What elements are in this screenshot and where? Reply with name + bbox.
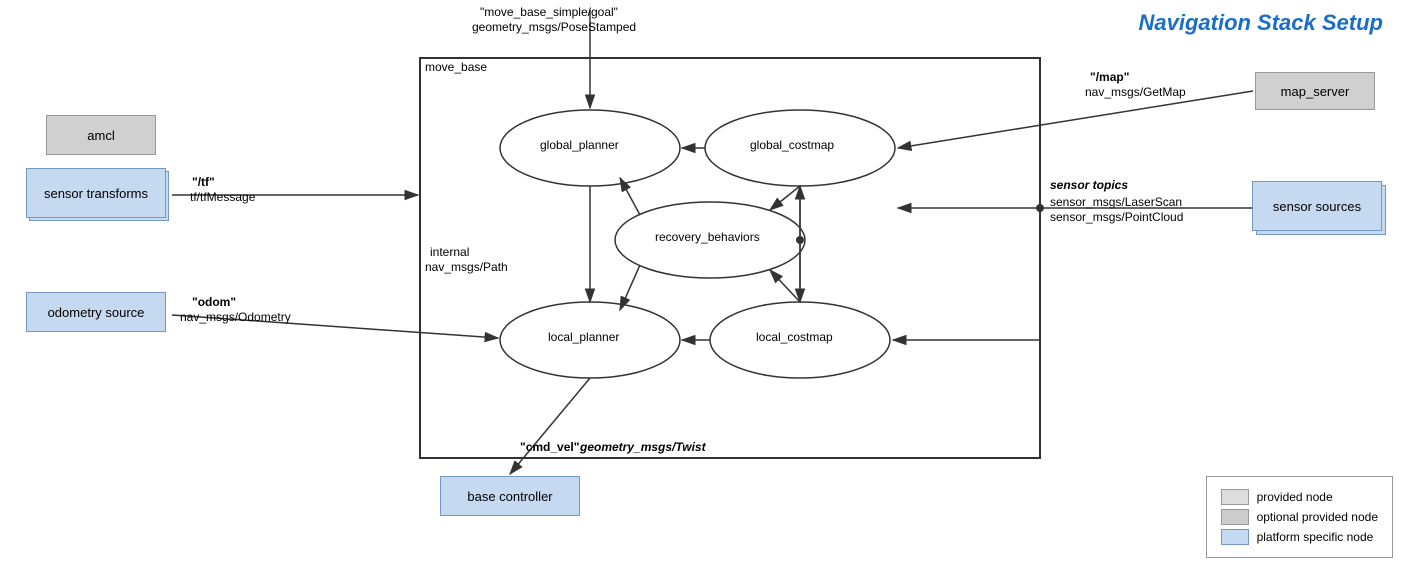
odometry-source-node: odometry source: [26, 292, 166, 332]
recovery-to-local-arrow: [620, 265, 640, 310]
tf-topic-label: "/tf": [192, 175, 215, 189]
legend-provided-label: provided node: [1257, 490, 1333, 504]
legend-item-platform: platform specific node: [1221, 529, 1378, 545]
cmd-vel-topic-label: "cmd_vel": [520, 440, 579, 454]
junction-dot: [796, 236, 804, 244]
internal-type-label: nav_msgs/Path: [425, 260, 508, 274]
local-planner-label: local_planner: [548, 330, 619, 344]
odometry-source-label: odometry source: [48, 305, 145, 320]
cmd-vel-type-label: geometry_msgs/Twist: [580, 440, 706, 454]
map-type-label: nav_msgs/GetMap: [1085, 85, 1186, 99]
tf-type-label: tf/tfMessage: [190, 190, 255, 204]
recovery-to-global-arrow: [620, 178, 640, 215]
legend-item-optional: optional provided node: [1221, 509, 1378, 525]
amcl-label: amcl: [87, 128, 114, 143]
legend-item-provided: provided node: [1221, 489, 1378, 505]
global-planner-label: global_planner: [540, 138, 619, 152]
sensor-transforms-label: sensor transforms: [44, 186, 148, 201]
lplanner-to-basecontroller-arrow: [510, 378, 590, 474]
legend-optional-swatch: [1221, 509, 1249, 525]
legend-platform-label: platform specific node: [1257, 530, 1374, 544]
global-costmap-label: global_costmap: [750, 138, 834, 152]
sensor-type2-label: sensor_msgs/PointCloud: [1050, 210, 1183, 224]
move-base-label: move_base: [425, 60, 487, 74]
base-controller-node: base controller: [440, 476, 580, 516]
map-topic-label: "/map": [1090, 70, 1129, 84]
base-controller-label: base controller: [467, 489, 552, 504]
legend-platform-swatch: [1221, 529, 1249, 545]
sensor-topics-label: sensor topics: [1050, 178, 1128, 192]
legend-provided-swatch: [1221, 489, 1249, 505]
gcostmap-to-recovery-arrow: [770, 186, 800, 210]
lcostmap-to-recovery-arrow: [770, 270, 800, 302]
odom-topic-label: "odom": [192, 295, 236, 309]
legend-optional-label: optional provided node: [1257, 510, 1378, 524]
legend: provided node optional provided node pla…: [1206, 476, 1393, 558]
recovery-behaviors-label: recovery_behaviors: [655, 230, 760, 244]
sensor-type1-label: sensor_msgs/LaserScan: [1050, 195, 1182, 209]
map-server-node: map_server: [1255, 72, 1375, 110]
amcl-node: amcl: [46, 115, 156, 155]
mapserver-to-gcostmap-arrow: [898, 91, 1253, 148]
local-costmap-label: local_costmap: [756, 330, 833, 344]
odom-type-label: nav_msgs/Odometry: [180, 310, 291, 324]
map-server-label: map_server: [1281, 84, 1350, 99]
sensor-sources-label: sensor sources: [1273, 199, 1361, 214]
goal-topic-label: "move_base_simple/goal": [480, 5, 618, 19]
internal-label: internal: [430, 245, 469, 259]
goal-type-label: geometry_msgs/PoseStamped: [472, 20, 636, 34]
